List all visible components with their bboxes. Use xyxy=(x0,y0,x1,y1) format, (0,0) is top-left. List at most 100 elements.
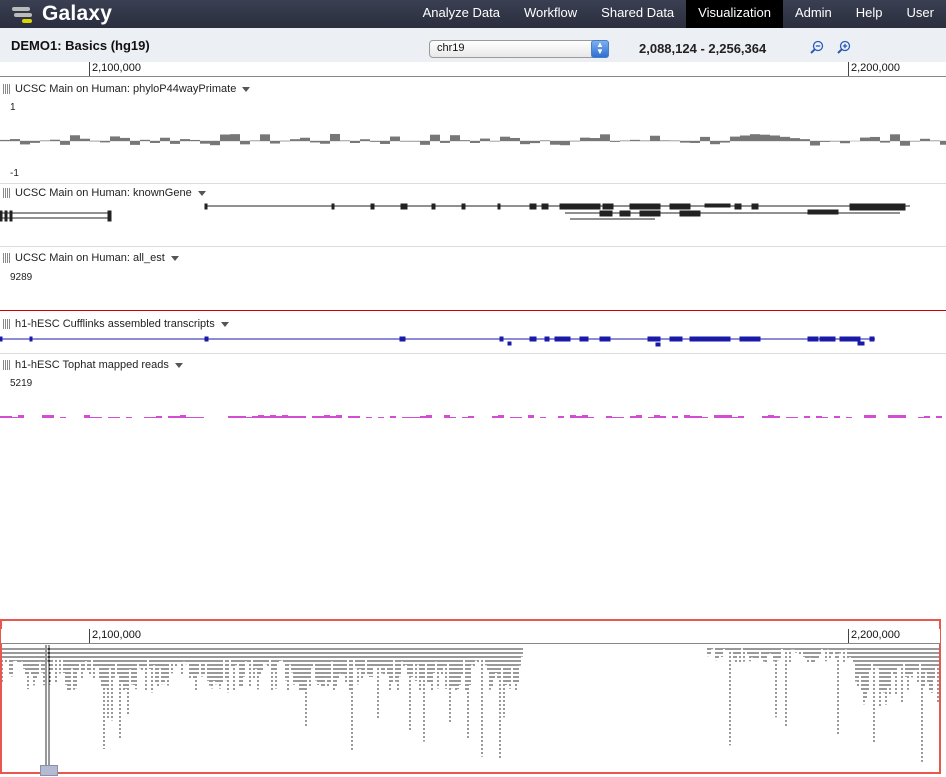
visualization-title: DEMO1: Basics (hg19) xyxy=(11,38,150,53)
coverage-bar xyxy=(366,417,372,418)
coverage-bar xyxy=(660,416,666,418)
phylop-bar xyxy=(770,135,780,141)
coverage-bar xyxy=(570,415,576,418)
drag-handle-icon[interactable] xyxy=(3,253,10,263)
coverage-bar xyxy=(816,416,822,418)
phylop-bar xyxy=(320,141,330,144)
track-header-cufflinks[interactable]: h1-hESC Cufflinks assembled transcripts xyxy=(3,318,229,330)
coverage-bar xyxy=(738,416,744,418)
phylop-bar xyxy=(840,141,850,144)
coverage-bar xyxy=(336,415,342,418)
all-est-track-baseline xyxy=(0,310,946,311)
overview-tick-label: 2,200,000 xyxy=(848,629,900,643)
coverage-bar xyxy=(768,415,774,418)
coverage-bar xyxy=(492,416,498,418)
zoom-in-icon[interactable] xyxy=(837,40,851,54)
overview-ruler[interactable]: 2,100,000 2,200,000 xyxy=(1,629,940,644)
phylop-bar xyxy=(620,140,630,142)
coverage-bar xyxy=(84,415,90,418)
nav-admin[interactable]: Admin xyxy=(783,0,844,28)
track-header-tophat[interactable]: h1-hESC Tophat mapped reads xyxy=(3,359,183,371)
coverage-bar xyxy=(378,417,384,418)
coverage-bar xyxy=(282,415,288,418)
nav-analyze-data[interactable]: Analyze Data xyxy=(411,0,512,28)
phylop-bar xyxy=(680,141,690,143)
coverage-bar xyxy=(540,417,546,418)
phylop-bar xyxy=(520,141,530,145)
track-menu-icon[interactable] xyxy=(220,321,229,327)
phylop-bar xyxy=(930,140,940,142)
drag-handle-icon[interactable] xyxy=(3,319,10,329)
coverage-bar xyxy=(792,417,798,418)
drag-handle-icon[interactable] xyxy=(3,188,10,198)
nav-shared-data[interactable]: Shared Data xyxy=(589,0,686,28)
coverage-bar xyxy=(318,416,324,418)
coverage-bar xyxy=(390,416,396,418)
phylop-bar xyxy=(30,141,40,143)
position-ruler[interactable]: 2,100,000 2,200,000 xyxy=(0,62,946,77)
phylop-bar xyxy=(280,140,290,142)
phylop-bar xyxy=(10,139,20,141)
coverage-bar xyxy=(150,417,156,418)
phylop-bar xyxy=(20,141,30,145)
phylop-bar xyxy=(100,141,110,143)
nav-user[interactable]: User xyxy=(895,0,946,28)
coverage-bar xyxy=(690,416,696,418)
coverage-bar xyxy=(618,417,624,418)
phylop-bar xyxy=(730,136,740,141)
coverage-bar xyxy=(270,415,276,418)
overview-scroll-handle[interactable] xyxy=(40,765,58,776)
phylop-bar xyxy=(350,141,360,144)
phylop-bar xyxy=(860,137,870,141)
phylop-bar xyxy=(300,137,310,141)
nav-visualization[interactable]: Visualization xyxy=(686,0,783,28)
coverage-bar xyxy=(732,417,738,418)
phylop-bar xyxy=(270,141,280,144)
phylop-bar xyxy=(120,137,130,141)
track-header-all-est[interactable]: UCSC Main on Human: all_est xyxy=(3,252,179,264)
phylop-bar xyxy=(940,141,946,145)
phylop-bar xyxy=(750,134,760,141)
phylop-bar xyxy=(560,141,570,146)
drag-handle-icon[interactable] xyxy=(3,360,10,370)
drag-handle-icon[interactable] xyxy=(3,84,10,94)
coverage-bar xyxy=(240,416,246,418)
coverage-bar xyxy=(450,417,456,418)
phylop-bar xyxy=(340,140,350,141)
zoom-out-icon[interactable] xyxy=(810,40,824,54)
track-header-phylop[interactable]: UCSC Main on Human: phyloP44wayPrimate xyxy=(3,83,251,95)
phylop-bar xyxy=(70,135,80,141)
phylop-bar xyxy=(110,136,120,141)
galaxy-logo[interactable]: Galaxy xyxy=(12,2,112,26)
phylop-bar xyxy=(740,135,750,141)
coverage-bar xyxy=(672,416,678,418)
phylop-bar xyxy=(480,138,490,141)
coverage-bar xyxy=(894,415,900,418)
track-header-knowngene[interactable]: UCSC Main on Human: knownGene xyxy=(3,187,206,199)
location-display[interactable]: 2,088,124 - 2,256,364 xyxy=(639,41,766,56)
coverage-bar xyxy=(630,416,636,418)
phylop-bar xyxy=(240,141,250,145)
coverage-bar xyxy=(354,416,360,418)
phylop-bar xyxy=(230,134,240,141)
main-nav: Analyze Data Workflow Shared Data Visual… xyxy=(411,0,946,28)
ruler-tick-label: 2,100,000 xyxy=(89,62,141,76)
coverage-bar xyxy=(420,416,426,418)
phylop-bar xyxy=(810,141,820,146)
coverage-bar xyxy=(114,417,120,418)
track-menu-icon[interactable] xyxy=(174,362,183,368)
coverage-bar xyxy=(126,417,132,418)
track-menu-icon[interactable] xyxy=(170,255,179,261)
track-menu-icon[interactable] xyxy=(242,86,251,92)
coverage-bar xyxy=(246,417,252,418)
track-menu-icon[interactable] xyxy=(197,190,206,196)
nav-workflow[interactable]: Workflow xyxy=(512,0,589,28)
phylop-bar xyxy=(540,140,550,141)
coverage-bar xyxy=(12,417,18,418)
coverage-bar xyxy=(144,417,150,418)
nav-help[interactable]: Help xyxy=(844,0,895,28)
chromosome-select[interactable]: chr19 ▲ ▼ xyxy=(429,40,609,58)
coverage-bar xyxy=(786,417,792,418)
coverage-bar xyxy=(312,416,318,418)
phylop-bar xyxy=(0,139,10,141)
